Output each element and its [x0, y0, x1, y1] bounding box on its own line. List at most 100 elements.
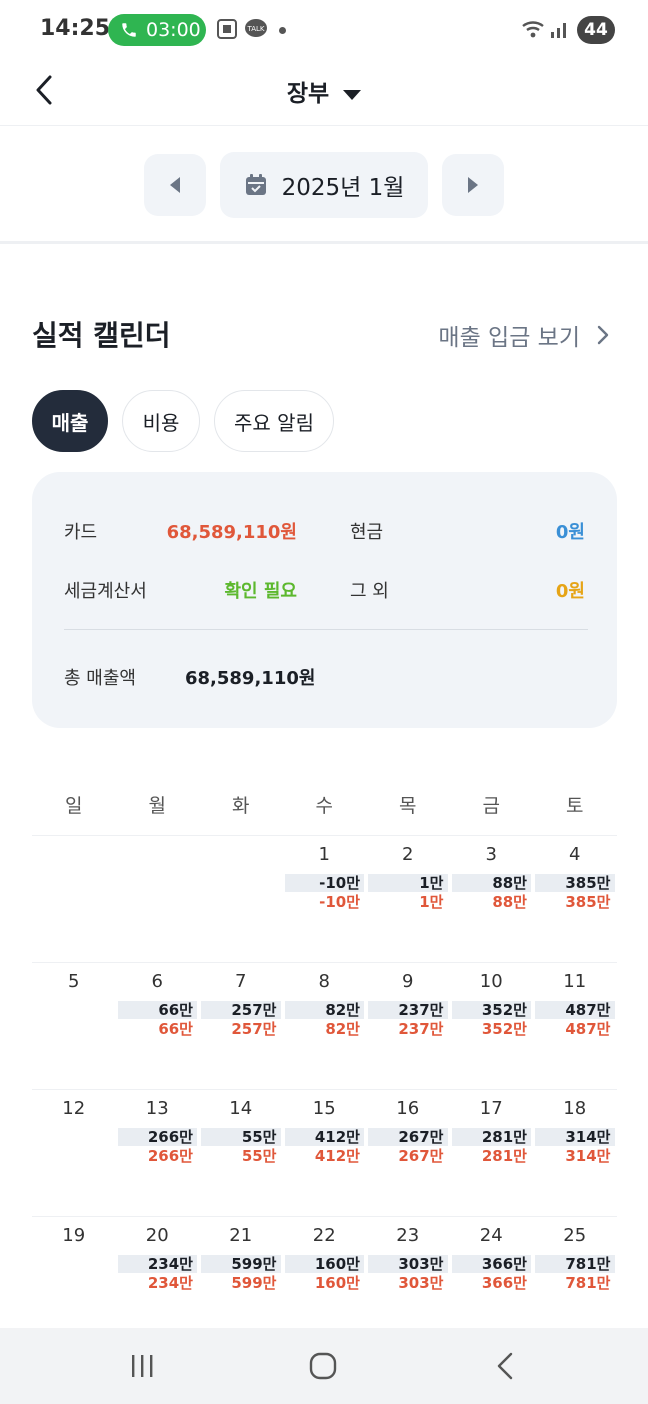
- calendar-day-cell[interactable]: 17 281만 281만: [450, 1090, 534, 1217]
- weekday-label: 토: [566, 795, 584, 817]
- day-number: 6: [151, 971, 163, 992]
- calendar-day-cell[interactable]: 3 88만 88만: [450, 836, 534, 963]
- day-sales-amount: 1만: [368, 874, 448, 892]
- weekday-label: 화: [232, 795, 250, 817]
- day-sales-amount: 487만: [535, 1001, 615, 1019]
- calendar-day-cell[interactable]: 21 599만 599만: [199, 1217, 283, 1344]
- day-sales-amount: 366만: [451, 1255, 531, 1273]
- day-number: 11: [563, 971, 587, 992]
- day-sales-amount: 303만: [368, 1255, 448, 1273]
- calendar-day-cell[interactable]: 16 267만 267만: [366, 1090, 450, 1217]
- calendar-day-cell[interactable]: 4 385만 385만: [533, 836, 617, 963]
- chip-sales[interactable]: 매출: [32, 390, 108, 452]
- day-card-amount: 281만: [481, 1147, 527, 1165]
- day-card-amount: 314만: [565, 1147, 611, 1165]
- day-sales-amount: 82만: [284, 1001, 364, 1019]
- calendar-day-cell[interactable]: 9 237만 237만: [366, 963, 450, 1090]
- day-card-amount: 234만: [147, 1274, 193, 1292]
- home-icon[interactable]: [309, 1352, 337, 1380]
- status-bar: 14:25 03:00 TALK 44: [0, 0, 648, 60]
- total-sales-label: 총 매출액: [64, 668, 136, 689]
- day-sales-amount: 267만: [368, 1128, 448, 1146]
- calendar-day-cell[interactable]: 10 352만 352만: [450, 963, 534, 1090]
- calendar-day-cell[interactable]: 8 82만 82만: [283, 963, 367, 1090]
- chip-expense[interactable]: 비용: [122, 390, 200, 452]
- day-sales-amount: 266만: [117, 1128, 197, 1146]
- day-sales-amount: 281만: [451, 1128, 531, 1146]
- day-card-amount: -10만: [319, 893, 360, 911]
- calendar-day-cell[interactable]: 23 303만 303만: [366, 1217, 450, 1344]
- recents-icon[interactable]: [128, 1352, 158, 1380]
- calendar-day-cell[interactable]: 14 55만 55만: [199, 1090, 283, 1217]
- month-picker: 2025년 1월: [0, 126, 648, 244]
- chip-alerts[interactable]: 주요 알림: [214, 390, 334, 452]
- day-sales-amount: 314만: [535, 1128, 615, 1146]
- calendar-day-cell[interactable]: 18 314만 314만: [533, 1090, 617, 1217]
- weekday-label: 수: [315, 795, 333, 817]
- month-selector[interactable]: 2025년 1월: [220, 152, 428, 218]
- calendar-day-cell[interactable]: 24 366만 366만: [450, 1217, 534, 1344]
- calendar-day-cell[interactable]: 2 1만 1만: [366, 836, 450, 963]
- sales-deposit-link-label: 매출 입금 보기: [438, 325, 580, 351]
- day-number: 7: [235, 971, 247, 992]
- day-sales-amount: 385만: [535, 874, 615, 892]
- app-header: 장부: [0, 60, 648, 126]
- calendar-day-cell[interactable]: 5: [32, 963, 116, 1090]
- weekday-label: 일: [65, 795, 83, 817]
- day-number: 24: [479, 1225, 503, 1246]
- triangle-left-icon: [170, 177, 180, 193]
- sales-summary-card: 카드 68,589,110원 현금 0원 세금계산서 확인 필요 그 외 0원 …: [32, 472, 617, 728]
- next-month-button[interactable]: [442, 154, 504, 216]
- card-value: 68,589,110원: [166, 522, 297, 543]
- day-number: 14: [229, 1098, 253, 1119]
- notification-dot: [279, 27, 286, 34]
- day-sales-amount: 237만: [368, 1001, 448, 1019]
- calendar-day-cell[interactable]: 11 487만 487만: [533, 963, 617, 1090]
- talk-icon: TALK: [245, 19, 267, 37]
- system-nav-bar: [0, 1328, 648, 1404]
- day-card-amount: 82만: [325, 1020, 360, 1038]
- screenshot-icon: [217, 19, 237, 39]
- prev-month-button[interactable]: [144, 154, 206, 216]
- day-sales-amount: 234만: [117, 1255, 197, 1273]
- day-number: 2: [402, 844, 414, 865]
- caret-down-icon: [343, 89, 362, 100]
- day-card-amount: 66만: [158, 1020, 193, 1038]
- day-number: 13: [145, 1098, 169, 1119]
- day-card-amount: 599만: [231, 1274, 277, 1292]
- calendar-day-cell[interactable]: 7 257만 257만: [199, 963, 283, 1090]
- weekday-label: 월: [148, 795, 166, 817]
- other-value: 0원: [555, 581, 585, 602]
- sales-deposit-link[interactable]: 매출 입금 보기: [438, 318, 610, 352]
- day-sales-amount: 599만: [201, 1255, 281, 1273]
- weekday-label: 목: [399, 795, 417, 817]
- day-number: 25: [563, 1225, 587, 1246]
- calendar-week: 5 6 66만 66만 7 257만 257만 8 82만 82만 9 237만 237만 10 352만 3…: [32, 963, 617, 1090]
- day-card-amount: 1만: [419, 893, 444, 911]
- calendar-day-cell[interactable]: 25 781만 781만: [533, 1217, 617, 1344]
- ledger-dropdown[interactable]: 장부: [0, 74, 648, 108]
- day-card-amount: 257만: [231, 1020, 277, 1038]
- calendar-day-cell[interactable]: 20 234만 234만: [116, 1217, 200, 1344]
- calendar-day-cell[interactable]: 22 160만 160만: [283, 1217, 367, 1344]
- calendar-day-cell[interactable]: 13 266만 266만: [116, 1090, 200, 1217]
- call-indicator[interactable]: 03:00: [108, 14, 206, 46]
- calendar-day-cell: [199, 836, 283, 963]
- calendar-week: 1 -10만 -10만 2 1만 1만 3 88만 88만 4 385만 385만: [32, 836, 617, 963]
- calendar-day-cell[interactable]: 12: [32, 1090, 116, 1217]
- weekday-label: 금: [482, 795, 500, 817]
- calendar-day-cell[interactable]: 1 -10만 -10만: [283, 836, 367, 963]
- tax-invoice-label: 세금계산서: [64, 581, 147, 602]
- calendar-day-cell[interactable]: 15 412만 412만: [283, 1090, 367, 1217]
- calendar-day-cell[interactable]: 19: [32, 1217, 116, 1344]
- battery-indicator: 44: [577, 16, 615, 44]
- day-number: 1: [318, 844, 330, 865]
- calendar-day-cell[interactable]: 6 66만 66만: [116, 963, 200, 1090]
- day-sales-amount: 55만: [201, 1128, 281, 1146]
- day-number: 22: [312, 1225, 336, 1246]
- back-icon[interactable]: [494, 1352, 516, 1380]
- day-card-amount: 160만: [314, 1274, 360, 1292]
- day-number: 8: [318, 971, 330, 992]
- tax-invoice-value[interactable]: 확인 필요: [224, 577, 297, 603]
- day-number: 21: [229, 1225, 253, 1246]
